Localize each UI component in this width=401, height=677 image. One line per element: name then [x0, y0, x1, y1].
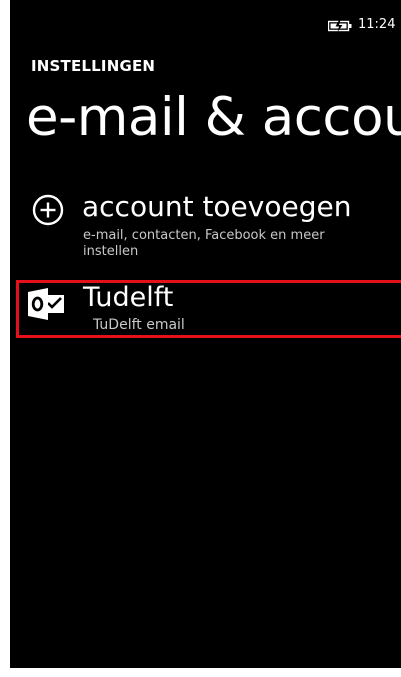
phone-screen: 11:24 INSTELLINGEN e-mail & accounts acc…: [10, 0, 401, 668]
plus-circle-icon: [32, 194, 64, 226]
account-item-tudelft[interactable]: Tudelft TuDelft email: [16, 280, 401, 338]
account-description: TuDelft email: [93, 317, 185, 333]
status-time: 11:24: [358, 17, 396, 32]
add-account-label: account toevoegen: [82, 190, 352, 223]
add-account-item[interactable]: account toevoegen e-mail, contacten, Fac…: [10, 186, 401, 266]
page-title: e-mail & accounts: [26, 87, 401, 148]
account-name: Tudelft: [83, 282, 174, 313]
battery-charging-icon: [328, 20, 352, 32]
status-bar: 11:24: [10, 0, 401, 44]
add-account-description: e-mail, contacten, Facebook en meer inst…: [83, 228, 325, 259]
outlook-icon: [28, 288, 64, 320]
app-title: INSTELLINGEN: [31, 57, 156, 75]
